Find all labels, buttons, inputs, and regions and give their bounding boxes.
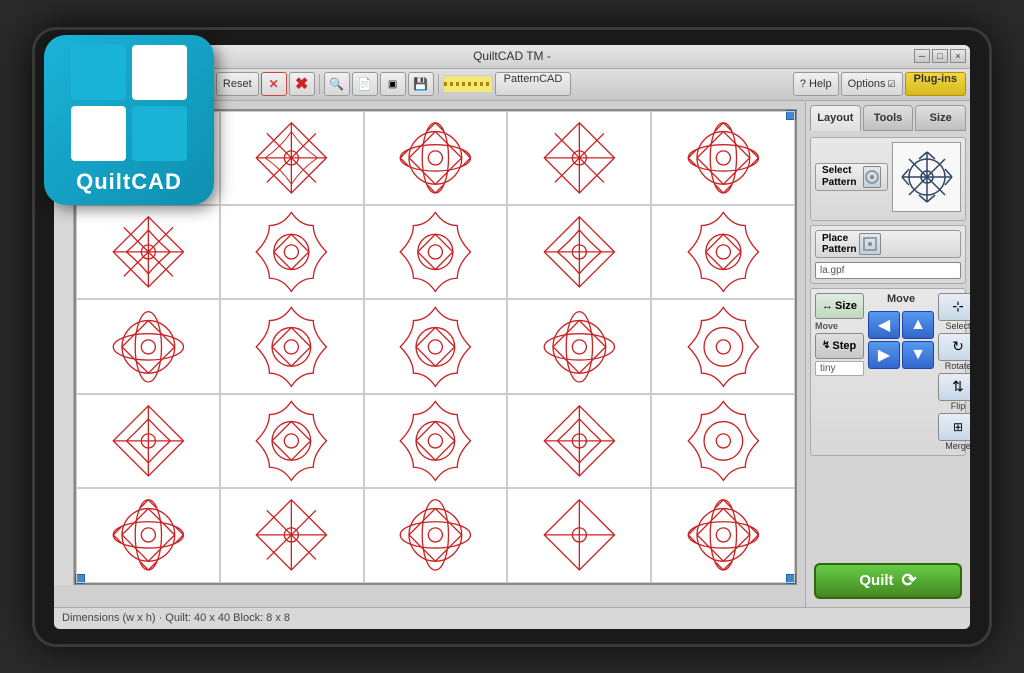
quilt-cell-0-4 [651,111,795,205]
quilt-cell-0-2 [364,111,508,205]
select-label: Select [946,321,971,331]
logo-cell-br [132,106,187,161]
quilt-cell-4-2 [364,488,508,582]
toolbar-sep-2 [319,74,320,94]
flip-label: Flip [951,401,966,411]
title-bar-controls: ─ □ × [914,49,966,63]
flip-button[interactable]: ⇅ [938,373,970,401]
quilt-cell-3-0 [76,394,220,488]
move-label: Move [815,321,864,331]
logo-text: QuiltCAD [76,169,182,195]
toolbar-icon-x2[interactable]: ✖ [289,72,315,96]
toolbar-icon-disk[interactable]: 💾 [408,72,434,96]
quilt-cell-3-1 [220,394,364,488]
rotate-action: ↻ Rotate [938,333,970,371]
logo-cell-bl [71,106,126,161]
move-down-button[interactable]: ▼ [902,341,934,369]
close-button[interactable]: × [950,49,966,63]
quilt-cell-2-3 [507,299,651,393]
merge-label: Merge [945,441,970,451]
quilt-cell-1-0 [76,205,220,299]
tab-bar: Layout Tools Size [810,105,966,131]
toolbar-icon-zoom[interactable]: 🔍 [324,72,350,96]
toolbar-icon-x1[interactable]: ✕ [261,72,287,96]
plug-ins-button[interactable]: Plug-ins [905,72,966,96]
rotate-button[interactable]: ↻ [938,333,970,361]
flip-action: ⇅ Flip [938,373,970,411]
pattern-cad-button[interactable]: PatternCAD [495,72,572,96]
status-text: Dimensions (w x h) · Quilt: 40 x 40 Bloc… [62,612,290,624]
quilt-action-button[interactable]: Quilt ⟳ [814,563,962,599]
place-pattern-row: PlacePattern [815,230,961,258]
maximize-button[interactable]: □ [932,49,948,63]
move-up-button[interactable]: ▲ [902,311,934,339]
move-title: Move [887,293,915,305]
options-button[interactable]: Options ☑ [841,72,903,96]
reset-button[interactable]: Reset [216,72,259,96]
right-panel: Layout Tools Size Select Pattern [805,101,970,607]
measure-icon [443,75,493,93]
quilt-cell-2-2 [364,299,508,393]
quilt-cell-4-0 [76,488,220,582]
select-button[interactable]: ⊹ [938,293,970,321]
tab-layout[interactable]: Layout [810,105,861,131]
logo-cell-tl [71,45,126,100]
size-button[interactable]: ↔ Size [815,293,864,319]
quilt-cell-4-4 [651,488,795,582]
status-bar: Dimensions (w x h) · Quilt: 40 x 40 Bloc… [54,607,970,629]
quilt-cell-3-3 [507,394,651,488]
select-pattern-icon [863,166,881,188]
quilt-cell-2-4 [651,299,795,393]
quilt-cell-0-3 [507,111,651,205]
place-pattern-section: PlacePattern la.gpf [810,225,966,284]
logo-overlay: QuiltCAD [44,35,214,205]
rotate-label: Rotate [945,361,970,371]
merge-button[interactable]: ⊞ [938,413,970,441]
title-bar-text: QuiltCAD TM - [473,49,551,63]
select-pattern-button[interactable]: Select Pattern [815,163,888,191]
step-value: tiny [815,361,864,376]
quilt-cell-3-4 [651,394,795,488]
quilt-cell-4-1 [220,488,364,582]
toolbar-icon-page2[interactable]: ▣ [380,72,406,96]
tab-size[interactable]: Size [915,105,966,131]
help-button[interactable]: ? Help [793,72,839,96]
toolbar-sep-3 [438,74,439,94]
select-pattern-section: Select Pattern [810,137,966,221]
filename-field[interactable]: la.gpf [815,262,961,279]
quilt-cell-2-0 [76,299,220,393]
device-frame: QuiltCAD QuiltCAD TM - ─ □ × Home Quilt … [32,27,992,647]
quilt-cell-1-3 [507,205,651,299]
step-button[interactable]: ↯ Step [815,333,864,359]
move-left-button[interactable]: ◀ [868,311,900,339]
merge-action: ⊞ Merge [938,413,970,451]
place-pattern-icon [859,233,881,255]
move-right-button[interactable]: ▶ [868,341,900,369]
select-action: ⊹ Select [938,293,970,331]
toolbar-icon-page[interactable]: 📄 [352,72,378,96]
quilt-cell-1-1 [220,205,364,299]
logo-grid [71,45,187,161]
move-section: ↔ Size Move ↯ Step tiny M [810,288,966,456]
select-pattern-row: Select Pattern [815,142,961,212]
quilt-cell-0-1 [220,111,364,205]
quilt-cell-1-4 [651,205,795,299]
logo-cell-tr [132,45,187,100]
tab-tools[interactable]: Tools [863,105,914,131]
place-pattern-button[interactable]: PlacePattern [815,230,961,258]
quilt-cell-2-1 [220,299,364,393]
quilt-cell-4-3 [507,488,651,582]
pattern-preview [892,142,961,212]
quilt-cell-1-2 [364,205,508,299]
minimize-button[interactable]: ─ [914,49,930,63]
quilt-cell-3-2 [364,394,508,488]
